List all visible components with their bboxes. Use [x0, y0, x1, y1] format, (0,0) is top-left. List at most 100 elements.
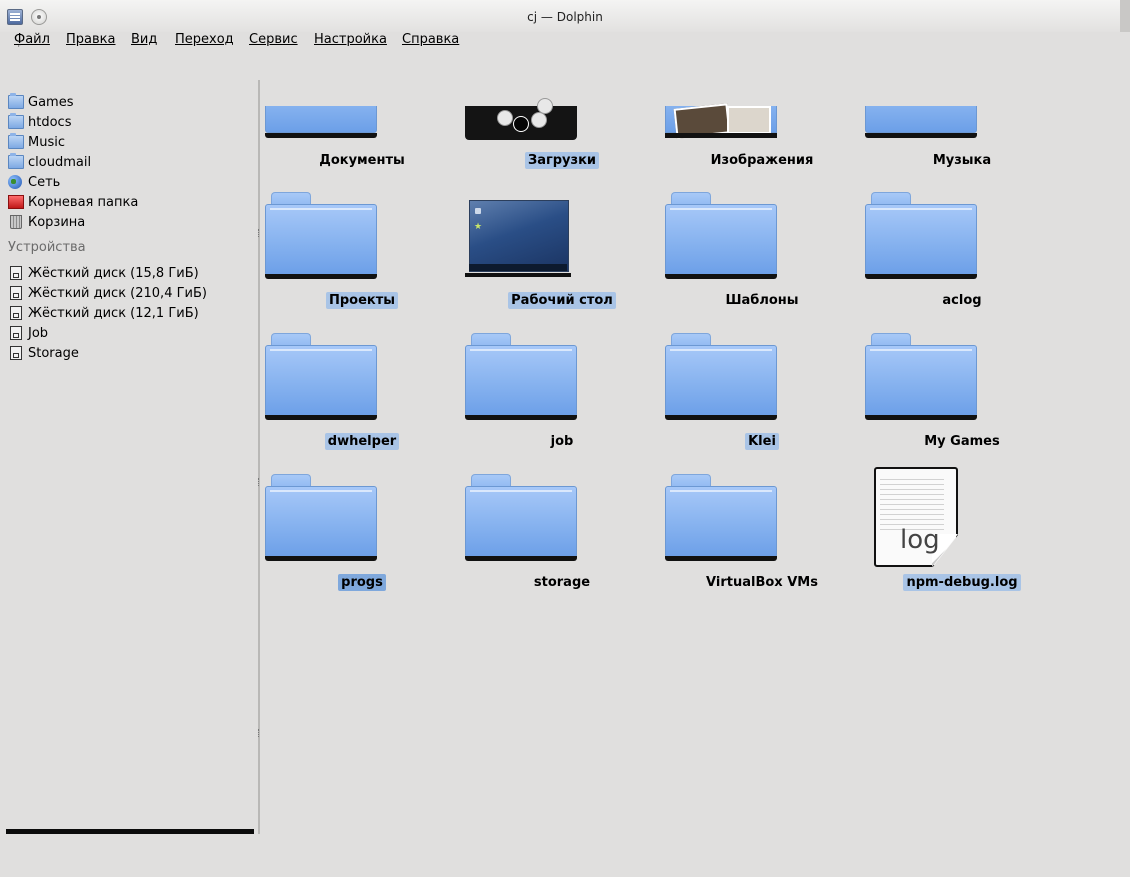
menu-tools-label: Сервис [249, 32, 298, 47]
place-trash[interactable]: Корзина [8, 212, 85, 232]
documents-folder-icon [265, 106, 377, 140]
menu-go-label: Переход [175, 32, 234, 47]
folder-icon [265, 474, 377, 564]
menu-help-label: Справка [402, 32, 460, 47]
menu-settings-label: Настройка [314, 32, 387, 47]
place-label: Корневая папка [28, 194, 139, 210]
file-label: Рабочий стол [462, 292, 662, 309]
device-label: Жёсткий диск (15,8 ГиБ) [28, 265, 199, 281]
menu-edit[interactable]: Правка [66, 32, 115, 47]
hard-drive-icon [10, 266, 22, 280]
place-label: Сеть [28, 174, 61, 190]
place-music[interactable]: Music [8, 132, 65, 152]
trash-icon [10, 215, 22, 229]
device-label: Жёсткий диск (210,4 ГиБ) [28, 285, 207, 301]
folder-icon [8, 153, 24, 169]
file-label: Музыка [932, 153, 992, 168]
device-job[interactable]: Job [8, 323, 48, 343]
hard-drive-icon [10, 286, 22, 300]
network-globe-icon [8, 175, 22, 189]
file-item-progs[interactable]: progs [262, 474, 462, 594]
file-label: npm-debug.log [862, 574, 1062, 591]
device-disk-2[interactable]: Жёсткий диск (210,4 ГиБ) [8, 283, 207, 303]
downloads-folder-icon [465, 98, 577, 140]
file-item-job[interactable]: job [462, 333, 662, 453]
place-htdocs[interactable]: htdocs [8, 112, 71, 132]
place-label: htdocs [28, 114, 72, 130]
file-item-pictures[interactable]: Изображения [662, 103, 862, 176]
file-label: Документы [319, 153, 405, 168]
device-label: Жёсткий диск (12,1 ГиБ) [28, 305, 199, 321]
place-cloudmail[interactable]: cloudmail [8, 152, 91, 172]
place-label: Games [28, 94, 74, 110]
menu-edit-label: Правка [66, 32, 116, 47]
device-label: Storage [28, 345, 79, 361]
folder-icon [8, 133, 24, 149]
folder-icon [465, 333, 577, 423]
file-item-klei[interactable]: Klei [662, 333, 862, 453]
file-label: VirtualBox VMs [706, 575, 818, 590]
menu-view[interactable]: Вид [131, 32, 157, 47]
place-label: Корзина [28, 214, 86, 230]
titlebar-edge [1120, 0, 1130, 32]
file-icon-view[interactable]: Документы Загрузки Изображения Музыка Пр… [262, 80, 1130, 877]
file-item-templates[interactable]: Шаблоны [662, 192, 862, 312]
menu-settings[interactable]: Настройка [314, 32, 387, 47]
folder-icon [665, 333, 777, 423]
folder-icon [865, 192, 977, 282]
places-horizontal-scrollbar[interactable] [6, 829, 254, 834]
file-label: Шаблоны [725, 293, 799, 308]
folder-icon [265, 192, 377, 282]
file-label: Загрузки [462, 152, 662, 169]
folder-icon [8, 113, 24, 129]
file-item-npm-debug-log[interactable]: log npm-debug.log [862, 467, 1062, 594]
file-label: aclog [942, 293, 982, 308]
file-label: job [550, 434, 574, 449]
menu-go[interactable]: Переход [175, 32, 234, 47]
menu-indicator-icon: ⌜ [18, 44, 22, 52]
folder-icon [265, 333, 377, 423]
device-label: Job [28, 325, 49, 341]
device-disk-3[interactable]: Жёсткий диск (12,1 ГиБ) [8, 303, 199, 323]
file-label: dwhelper [262, 433, 462, 450]
folder-icon [665, 474, 777, 564]
device-storage[interactable]: Storage [8, 343, 79, 363]
file-item-projects[interactable]: Проекты [262, 192, 462, 312]
file-item-storage[interactable]: storage [462, 474, 662, 594]
device-disk-1[interactable]: Жёсткий диск (15,8 ГиБ) [8, 263, 199, 283]
folder-icon [665, 192, 777, 282]
file-item-documents[interactable]: Документы [262, 106, 462, 176]
log-file-icon: log [874, 467, 960, 569]
file-label: Изображения [710, 153, 814, 168]
devices-section-title: Устройства [8, 240, 86, 255]
hard-drive-icon [10, 346, 22, 360]
window-title: cj — Dolphin [527, 10, 603, 24]
file-item-my-games[interactable]: My Games [862, 333, 1062, 453]
menu-tools[interactable]: Сервис [249, 32, 298, 47]
file-item-virtualbox-vms[interactable]: VirtualBox VMs [662, 474, 862, 594]
menu-view-label: Вид [131, 32, 158, 47]
file-item-downloads[interactable]: Загрузки [462, 98, 662, 176]
window-titlebar[interactable]: cj — Dolphin [0, 0, 1130, 32]
place-label: cloudmail [28, 154, 92, 170]
folder-icon [8, 93, 24, 109]
file-item-music[interactable]: Музыка [862, 106, 1062, 176]
place-games[interactable]: Games [8, 92, 73, 112]
music-folder-icon [865, 106, 977, 140]
folder-icon [465, 474, 577, 564]
file-label: progs [262, 574, 462, 591]
file-item-dwhelper[interactable]: dwhelper [262, 333, 462, 453]
hard-drive-icon [10, 326, 22, 340]
place-root[interactable]: Корневая папка [8, 192, 138, 212]
place-network[interactable]: Сеть [8, 172, 60, 192]
file-label: Klei [662, 433, 862, 450]
file-item-desktop[interactable]: ★ Рабочий стол [462, 192, 662, 312]
places-panel[interactable]: Games htdocs Music cloudmail Сеть Корнев… [4, 80, 256, 834]
file-label: My Games [924, 434, 1000, 449]
pictures-folder-icon [665, 103, 777, 140]
file-item-aclog[interactable]: aclog [862, 192, 1062, 312]
file-label: storage [533, 575, 591, 590]
hard-drive-icon [10, 306, 22, 320]
file-label: Проекты [262, 292, 462, 309]
menu-help[interactable]: Справка [402, 32, 459, 47]
